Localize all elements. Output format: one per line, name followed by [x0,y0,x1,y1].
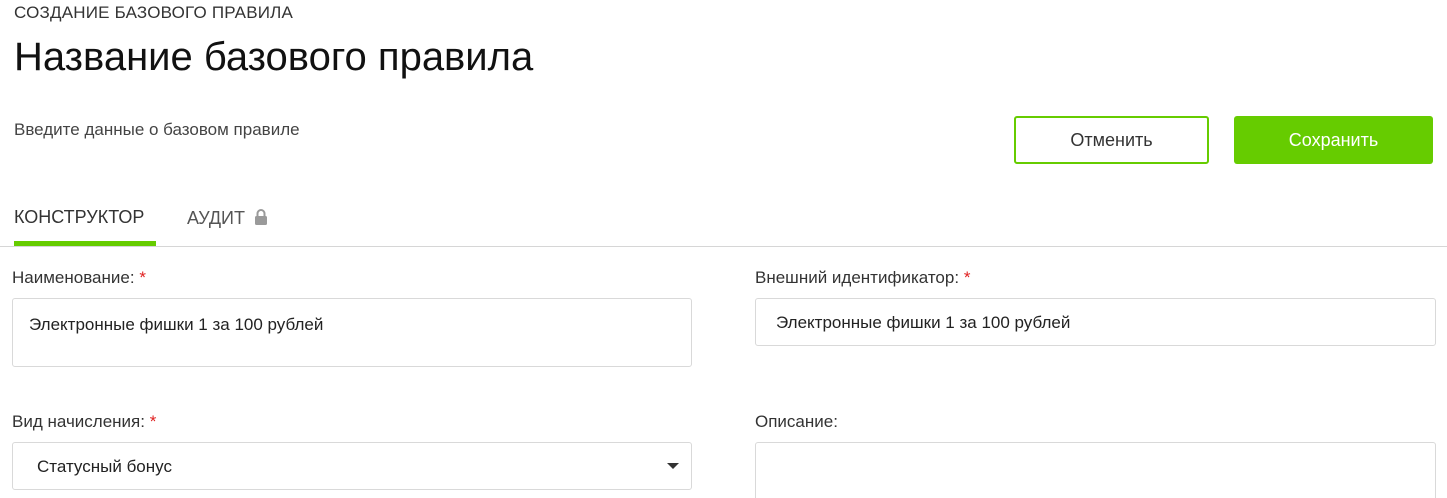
page-hint: Введите данные о базовом правиле [14,120,300,139]
save-button[interactable]: Сохранить [1234,116,1433,164]
cancel-button-label: Отменить [1070,129,1153,150]
description-field-label-text: Описание: [755,412,838,431]
required-mark: * [139,268,146,287]
external-id-field-value: Электронные фишки 1 за 100 рублей [776,313,1071,332]
required-mark: * [149,412,157,431]
accrual-type-select-value: Статусный бонус [37,457,172,476]
accrual-type-select[interactable]: Статусный бонус [12,442,692,490]
accrual-type-field-label: Вид начисления: * [12,412,156,432]
page-subtitle: СОЗДАНИЕ БАЗОВОГО ПРАВИЛА [14,3,294,22]
required-mark: * [963,268,971,287]
tab-constructor-label: КОНСТРУКТОР [14,207,145,227]
tab-bar: КОНСТРУКТОР АУДИТ [0,190,1447,247]
tab-audit-label: АУДИТ [187,207,245,228]
page: СОЗДАНИЕ БАЗОВОГО ПРАВИЛА Название базов… [0,0,1447,498]
external-id-field[interactable]: Электронные фишки 1 за 100 рублей [755,298,1436,346]
external-id-field-label-text: Внешний идентификатор: [755,268,960,287]
name-field[interactable]: Электронные фишки 1 за 100 рублей [12,298,692,367]
description-field[interactable] [755,442,1436,498]
name-field-label: Наименование: * [12,268,146,288]
save-button-label: Сохранить [1288,129,1379,150]
lock-icon [254,209,268,225]
name-field-value: Электронные фишки 1 за 100 рублей [29,315,324,334]
description-field-label: Описание: [755,412,838,432]
name-field-label-text: Наименование: [12,268,135,287]
tab-constructor[interactable]: КОНСТРУКТОР [14,190,156,246]
external-id-field-label: Внешний идентификатор: * [755,268,970,288]
page-title: Название базового правила [14,35,534,79]
accrual-type-field-label-text: Вид начисления: [12,412,145,431]
chevron-down-icon [667,463,679,469]
tab-audit[interactable]: АУДИТ [187,190,268,246]
cancel-button[interactable]: Отменить [1014,116,1209,164]
